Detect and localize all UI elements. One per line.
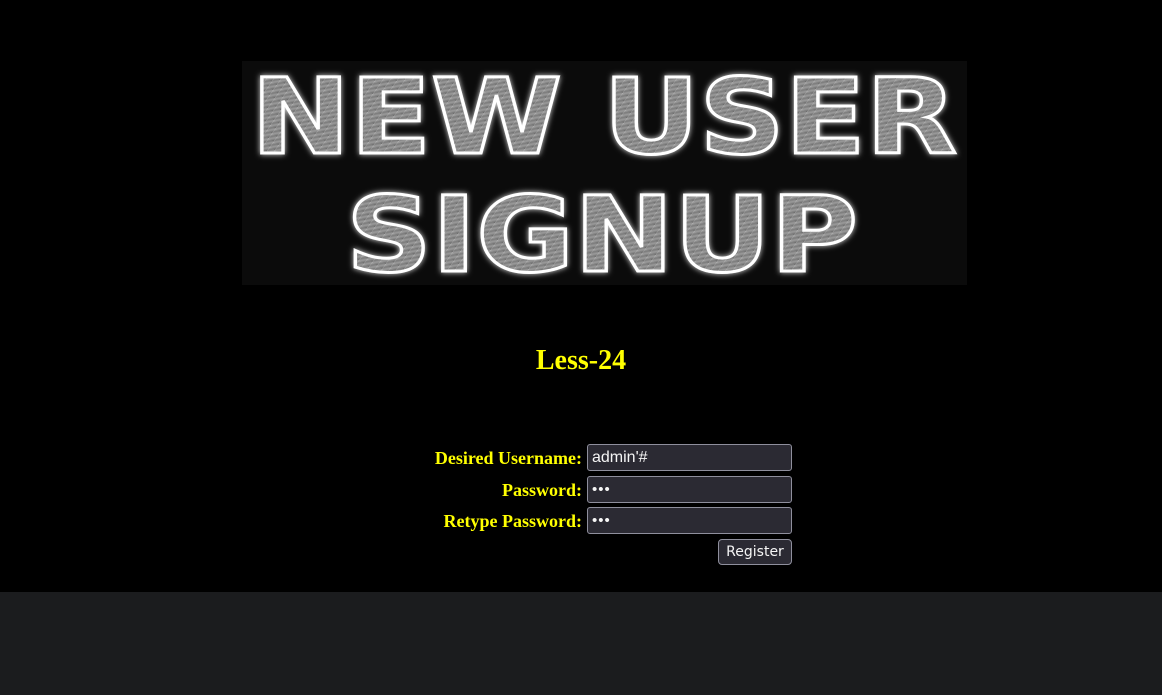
signup-page: NEW USER SIGNUP Less-24 Desired Username… (0, 0, 1162, 592)
empty-footer-area (0, 592, 1162, 695)
password-label: Password: (502, 480, 582, 500)
username-row: Desired Username: (360, 444, 792, 471)
username-label: Desired Username: (434, 448, 582, 468)
banner-line-2: SIGNUP (346, 174, 858, 285)
retype-password-row: Retype Password: (360, 507, 792, 534)
banner-line-1: NEW USER (251, 61, 957, 178)
banner-graphic: NEW USER SIGNUP (250, 61, 959, 285)
username-input[interactable] (587, 444, 792, 471)
retype-password-input[interactable] (587, 507, 792, 534)
level-title: Less-24 (535, 345, 627, 376)
new-user-signup-banner-image: NEW USER SIGNUP (242, 61, 967, 285)
retype-password-label: Retype Password: (443, 511, 582, 531)
password-row: Password: (360, 476, 792, 503)
password-input[interactable] (587, 476, 792, 503)
register-button[interactable]: Register (718, 539, 792, 565)
